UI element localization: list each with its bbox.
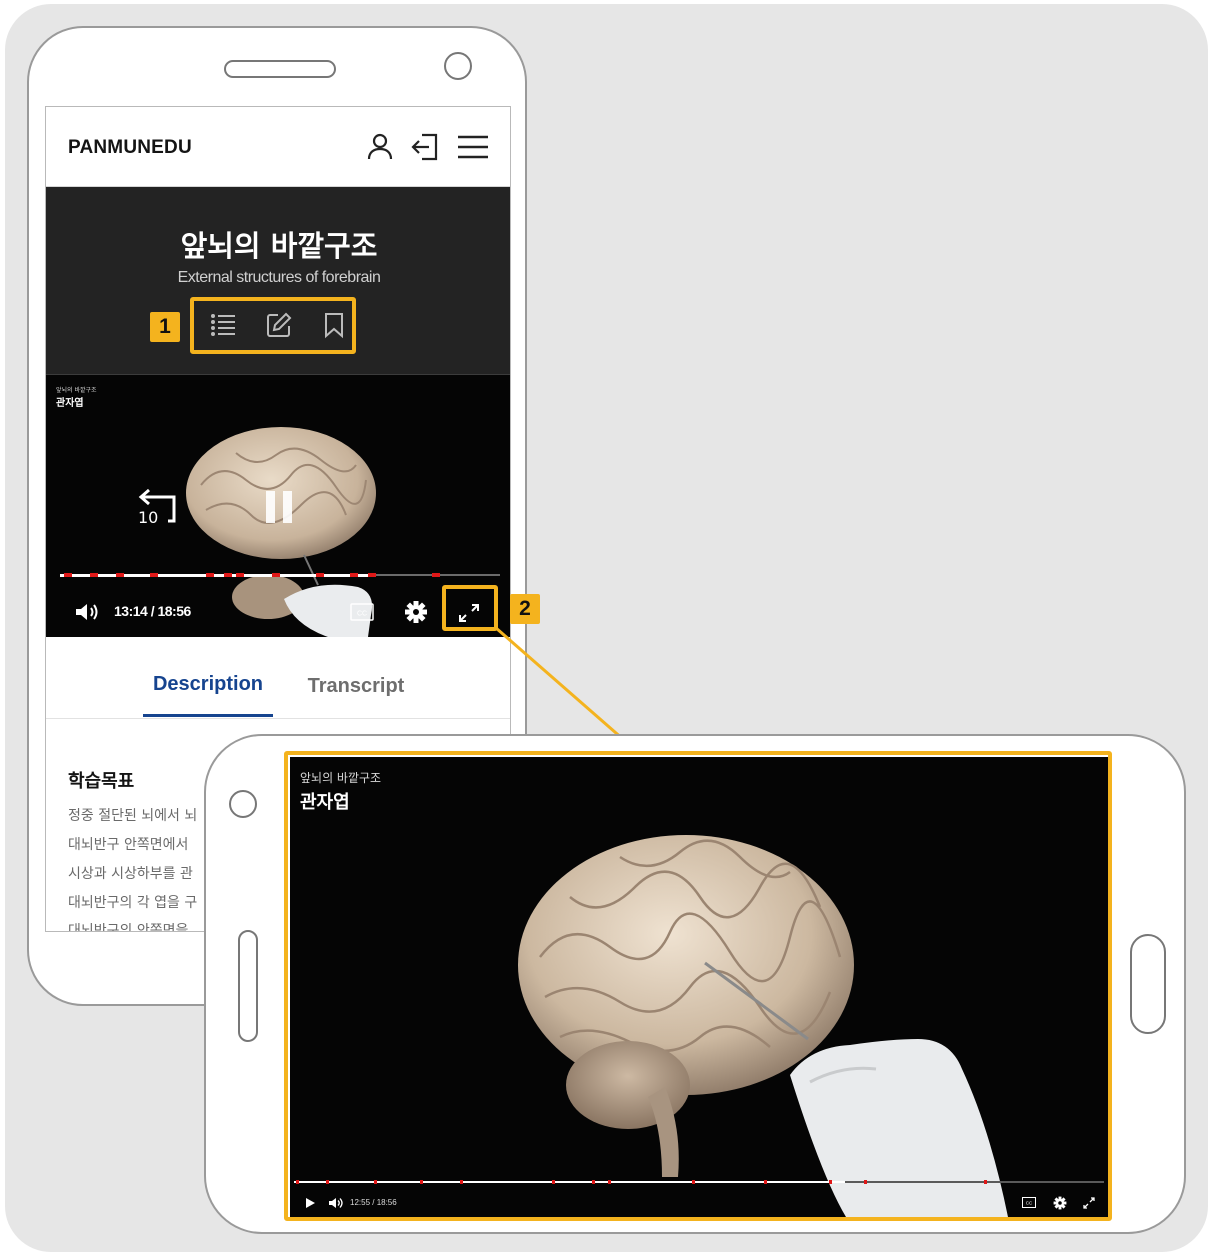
objective-item: 대뇌반구의 안쪽면을 bbox=[68, 923, 189, 932]
logout-icon[interactable] bbox=[409, 131, 441, 163]
phone-camera bbox=[444, 52, 472, 80]
svg-text:CC: CC bbox=[357, 611, 367, 618]
phone-speaker bbox=[224, 60, 336, 78]
video-overlay-caption: 앞뇌의 바깥구조 bbox=[56, 387, 97, 394]
objective-item: 대뇌반구의 각 엽을 구 bbox=[68, 895, 198, 911]
objective-item: 정중 절단된 뇌에서 뇌 bbox=[68, 808, 198, 824]
pause-icon[interactable] bbox=[264, 489, 294, 525]
callout-badge-2: 2 bbox=[510, 594, 540, 624]
captions-icon[interactable]: CC bbox=[350, 603, 374, 621]
video-overlay-title: 관자엽 bbox=[56, 398, 84, 409]
callout-box-1 bbox=[190, 297, 356, 354]
user-icon[interactable] bbox=[364, 131, 396, 163]
time-separator: / bbox=[150, 603, 155, 619]
rewind-label: 10 bbox=[138, 508, 159, 527]
tab-transcript[interactable]: Transcript bbox=[291, 675, 421, 698]
time-display: 13:14 / 18:56 bbox=[114, 603, 191, 619]
time-current: 13:14 bbox=[114, 603, 148, 619]
objective-item: 시상과 시상하부를 관 bbox=[68, 866, 193, 882]
progress-bar[interactable] bbox=[60, 571, 500, 579]
volume-icon[interactable] bbox=[74, 601, 100, 623]
menu-icon[interactable] bbox=[456, 131, 490, 163]
objective-item: 대뇌반구 안쪽면에서 bbox=[68, 837, 189, 853]
callout-box-fullscreen bbox=[284, 751, 1112, 1221]
lesson-title: 앞뇌의 바깥구조 bbox=[180, 229, 378, 263]
phone-speaker bbox=[238, 930, 258, 1042]
time-total: 18:56 bbox=[157, 603, 191, 619]
app-header: PANMUNEDU bbox=[46, 107, 510, 187]
settings-gear-icon[interactable] bbox=[404, 600, 428, 624]
tab-description[interactable]: Description bbox=[143, 673, 273, 717]
phone-camera bbox=[229, 790, 257, 818]
phone-home-button bbox=[1130, 934, 1166, 1034]
content-tabs: Description Transcript bbox=[46, 637, 510, 719]
objectives-title: 학습목표 bbox=[68, 771, 135, 792]
callout-badge-1: 1 bbox=[150, 312, 180, 342]
lesson-subtitle: External structures of forebrain bbox=[177, 269, 381, 286]
app-logo[interactable]: PANMUNEDU bbox=[68, 137, 192, 159]
